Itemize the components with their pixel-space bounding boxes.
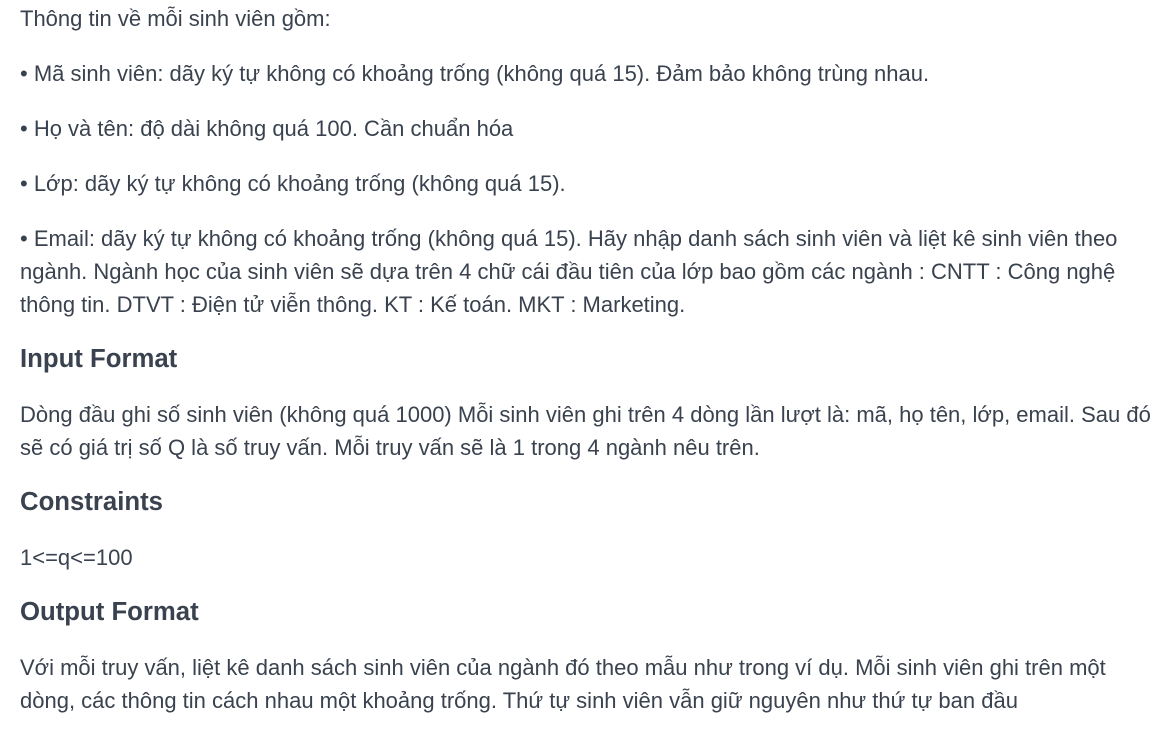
constraints-text: 1<=q<=100 (20, 545, 133, 570)
output-format-text: Với mỗi truy vấn, liệt kê danh sách sinh… (20, 655, 1106, 713)
bullet-class: • Lớp: dãy ký tự không có khoảng trống (… (20, 171, 566, 196)
problem-statement: Thông tin về mỗi sinh viên gồm: • Mã sin… (0, 0, 1176, 735)
input-format-text: Dòng đầu ghi số sinh viên (không quá 100… (20, 402, 1151, 460)
constraints-heading: Constraints (20, 488, 163, 516)
input-format-heading: Input Format (20, 345, 178, 373)
bullet-full-name: • Họ và tên: độ dài không quá 100. Cần c… (20, 116, 514, 141)
output-format-heading: Output Format (20, 598, 199, 626)
bullet-student-id: • Mã sinh viên: dãy ký tự không có khoản… (20, 61, 930, 86)
intro-text: Thông tin về mỗi sinh viên gồm: (20, 6, 331, 31)
bullet-email: • Email: dãy ký tự không có khoảng trống… (20, 226, 1118, 317)
